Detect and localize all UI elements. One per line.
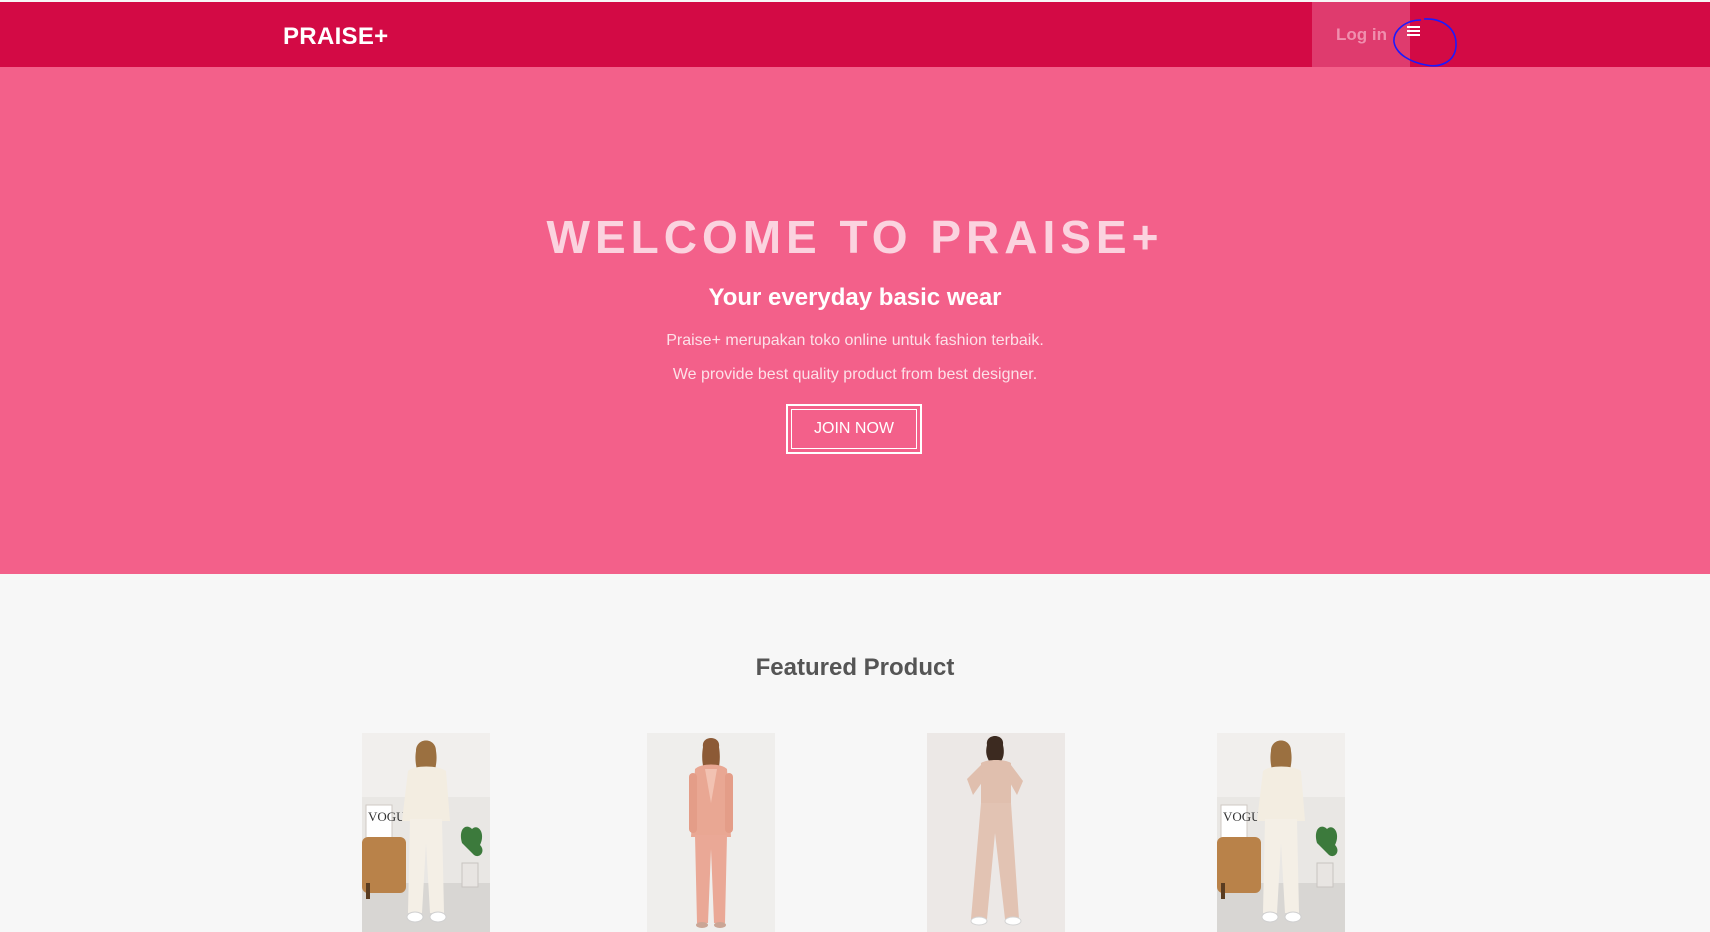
product-card[interactable] [927,733,1065,932]
join-now-button[interactable]: JOIN NOW [786,404,922,454]
hero-description-line: Praise+ merupakan toko online untuk fash… [666,332,1044,349]
cream-knit-outfit-photo: VOGUE [362,733,490,932]
join-now-label: JOIN NOW [791,409,917,449]
pink-blazer-suit-photo [647,733,775,932]
nude-top-pants-photo [927,733,1065,932]
page: PRAISE+ Log in WELCOME TO PRAISE+ Your e… [0,0,1710,932]
product-card[interactable]: VOGUE [1217,733,1345,932]
top-navbar: PRAISE+ Log in [0,2,1710,67]
hero-banner: WELCOME TO PRAISE+ Your everyday basic w… [0,67,1710,574]
hamburger-menu-icon [1407,26,1420,36]
login-link[interactable]: Log in [1336,25,1387,45]
hero-subtitle: Your everyday basic wear [708,284,1002,311]
hero-title: WELCOME TO PRAISE+ [546,211,1164,263]
menu-toggle-button[interactable] [1398,18,1438,48]
product-card[interactable] [647,733,775,932]
product-card[interactable]: VOGUE [362,733,490,932]
brand-logo[interactable]: PRAISE+ [283,23,388,51]
hero-description-line: We provide best quality product from bes… [672,366,1038,383]
cream-knit-outfit-photo: VOGUE [1217,733,1345,932]
login-nav-item[interactable]: Log in [1312,2,1410,67]
featured-section-title: Featured Product [755,654,955,681]
